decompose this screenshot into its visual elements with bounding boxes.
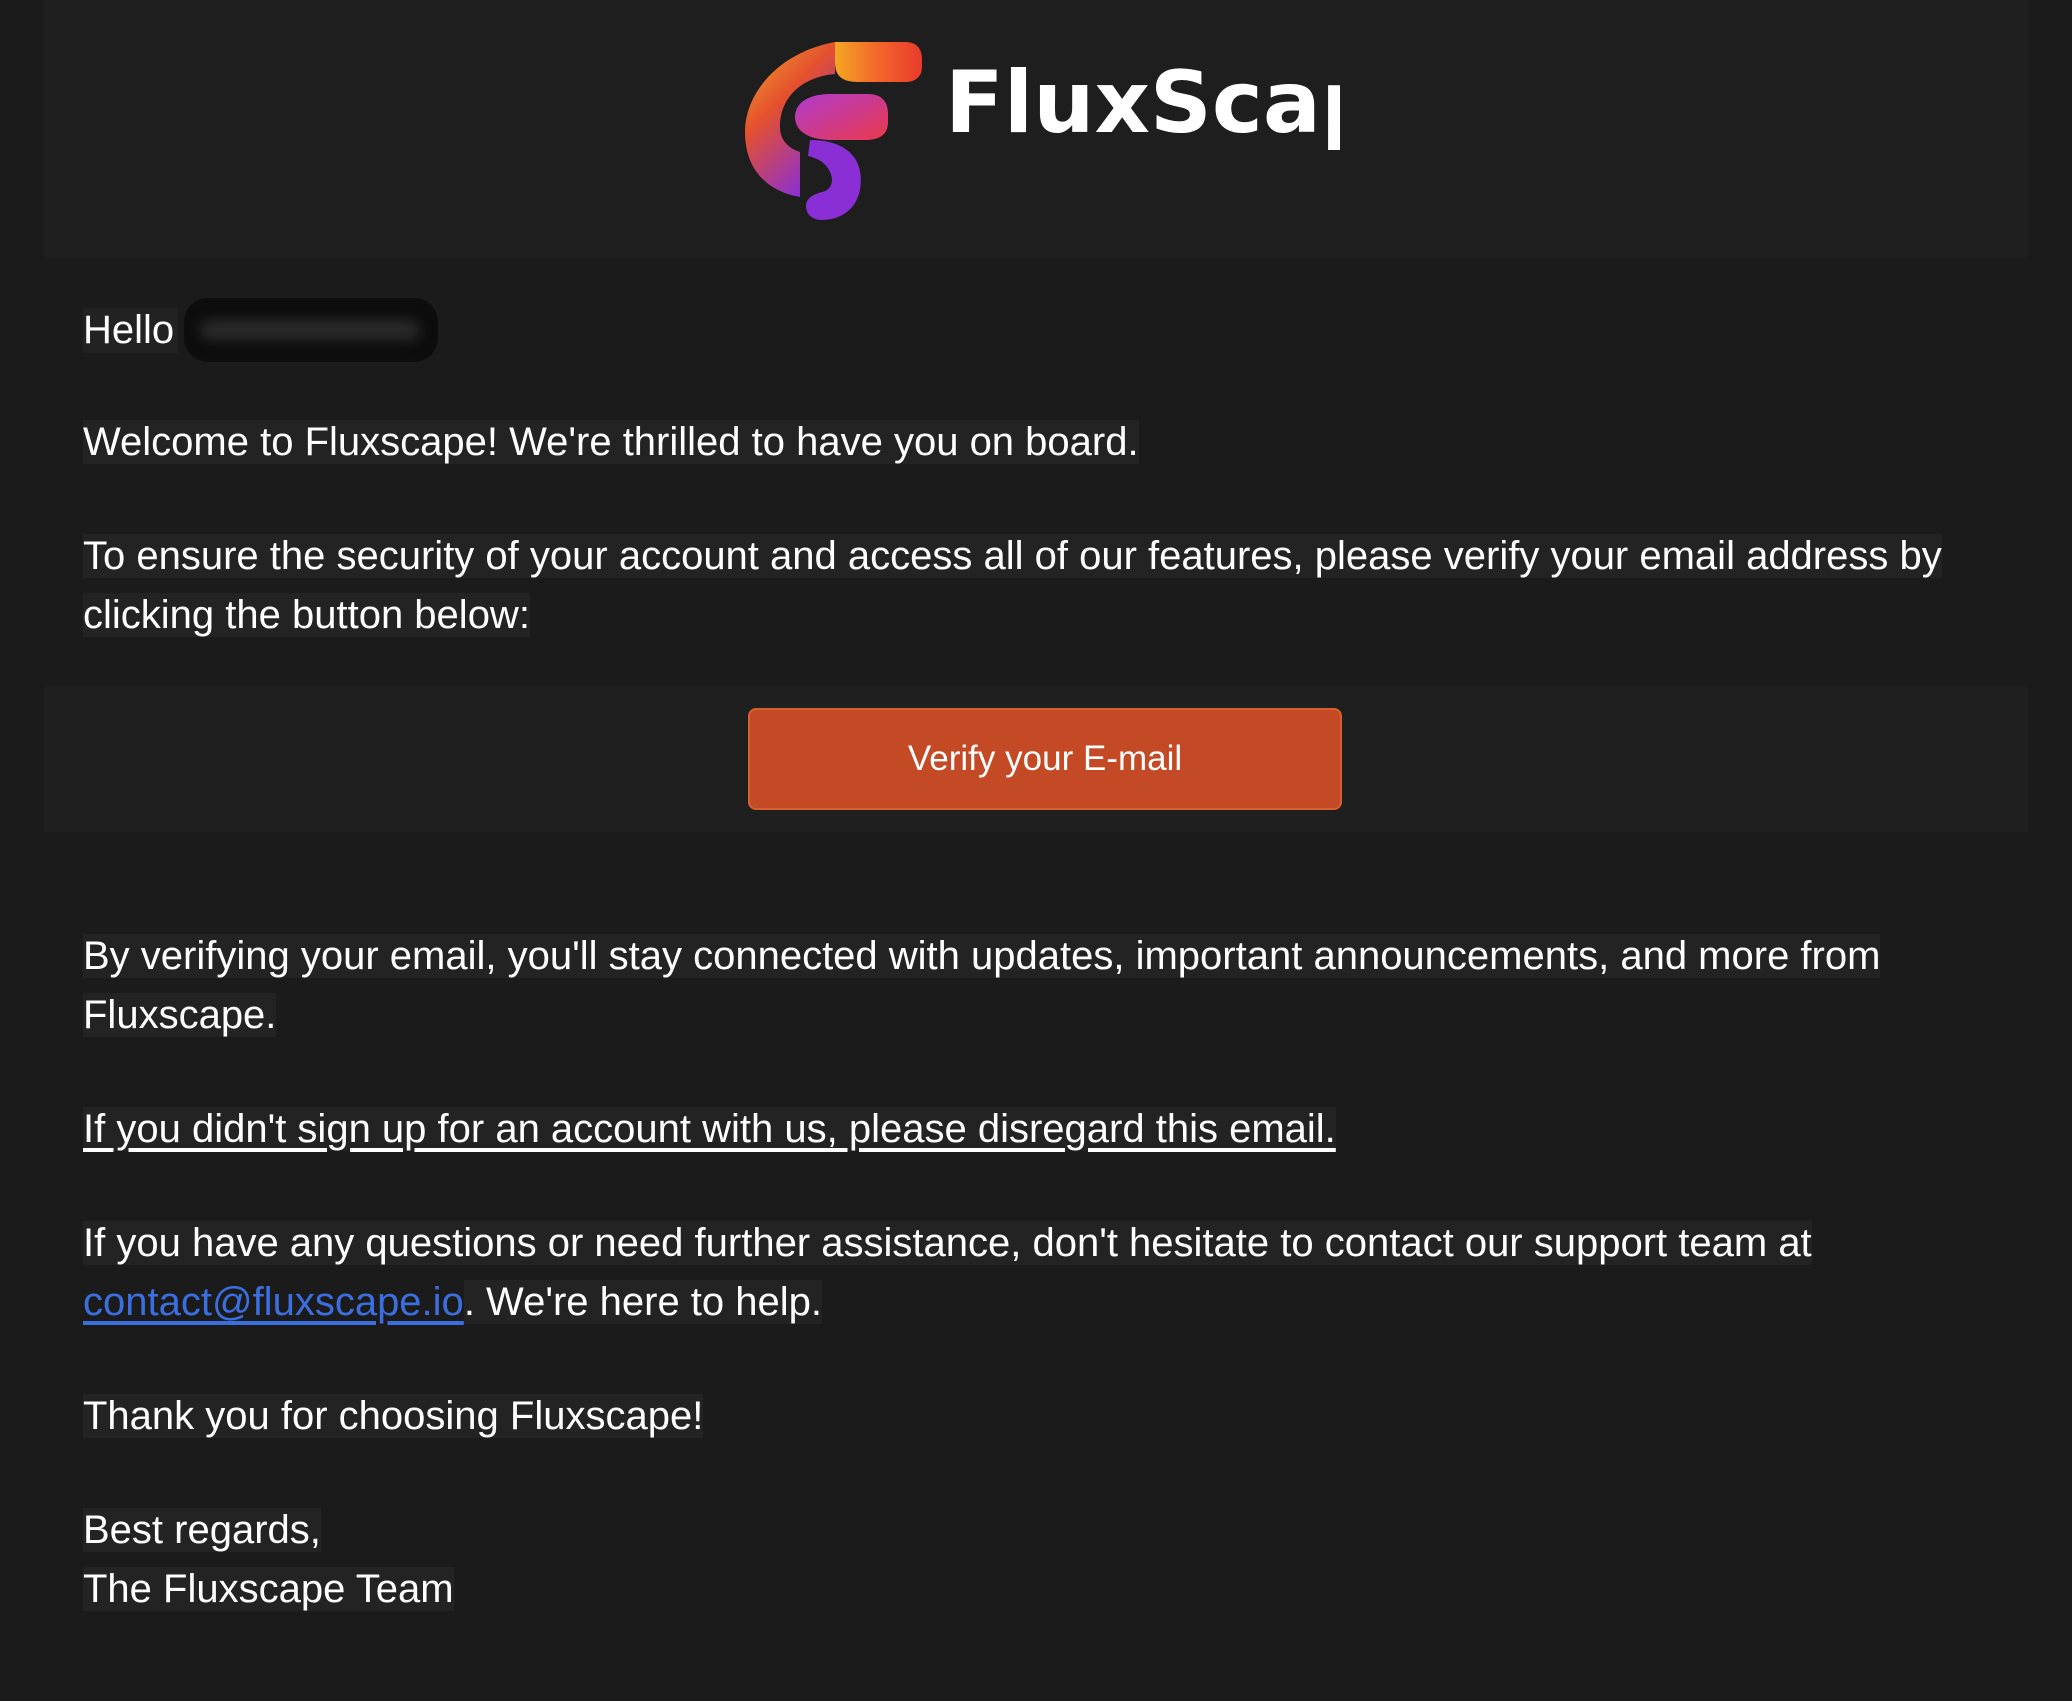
thanks-paragraph: Thank you for choosing Fluxscape! [83, 1387, 2013, 1446]
welcome-text: Welcome to Fluxscape! We're thrilled to … [83, 420, 1139, 464]
welcome-paragraph: Welcome to Fluxscape! We're thrilled to … [83, 413, 2013, 472]
benefits-text: By verifying your email, you'll stay con… [83, 934, 1881, 1037]
security-paragraph: To ensure the security of your account a… [83, 527, 2013, 645]
benefits-paragraph: By verifying your email, you'll stay con… [83, 927, 2013, 1045]
verify-email-button[interactable]: Verify your E-mail [748, 708, 1342, 810]
support-suffix-text: . We're here to help. [463, 1280, 823, 1324]
support-prefix-text: If you have any questions or need furthe… [83, 1221, 1812, 1265]
redacted-recipient-name [184, 298, 439, 362]
signoff-line-2: The Fluxscape Team [83, 1567, 454, 1611]
brand-logo: FluxScape [740, 22, 1441, 232]
email-viewport: FluxScape Hello Welcome to Fluxscape! We… [0, 0, 2072, 1701]
greeting-line: Hello [83, 298, 439, 362]
greeting-text: Hello [83, 307, 179, 353]
security-text: To ensure the security of your account a… [83, 534, 1942, 637]
support-email-link[interactable]: contact@fluxscape.io [83, 1280, 464, 1324]
signoff-block: Best regards, The Fluxscape Team [83, 1501, 2013, 1619]
thanks-text: Thank you for choosing Fluxscape! [83, 1394, 704, 1438]
disregard-paragraph: If you didn't sign up for an account wit… [83, 1100, 2013, 1159]
svg-text:FluxScape: FluxScape [945, 53, 1340, 153]
fluxscape-logo-icon: FluxScape [745, 42, 1441, 220]
signoff-line-1: Best regards, [83, 1508, 321, 1552]
support-paragraph: If you have any questions or need furthe… [83, 1214, 2013, 1332]
disregard-text: If you didn't sign up for an account wit… [83, 1107, 1336, 1151]
